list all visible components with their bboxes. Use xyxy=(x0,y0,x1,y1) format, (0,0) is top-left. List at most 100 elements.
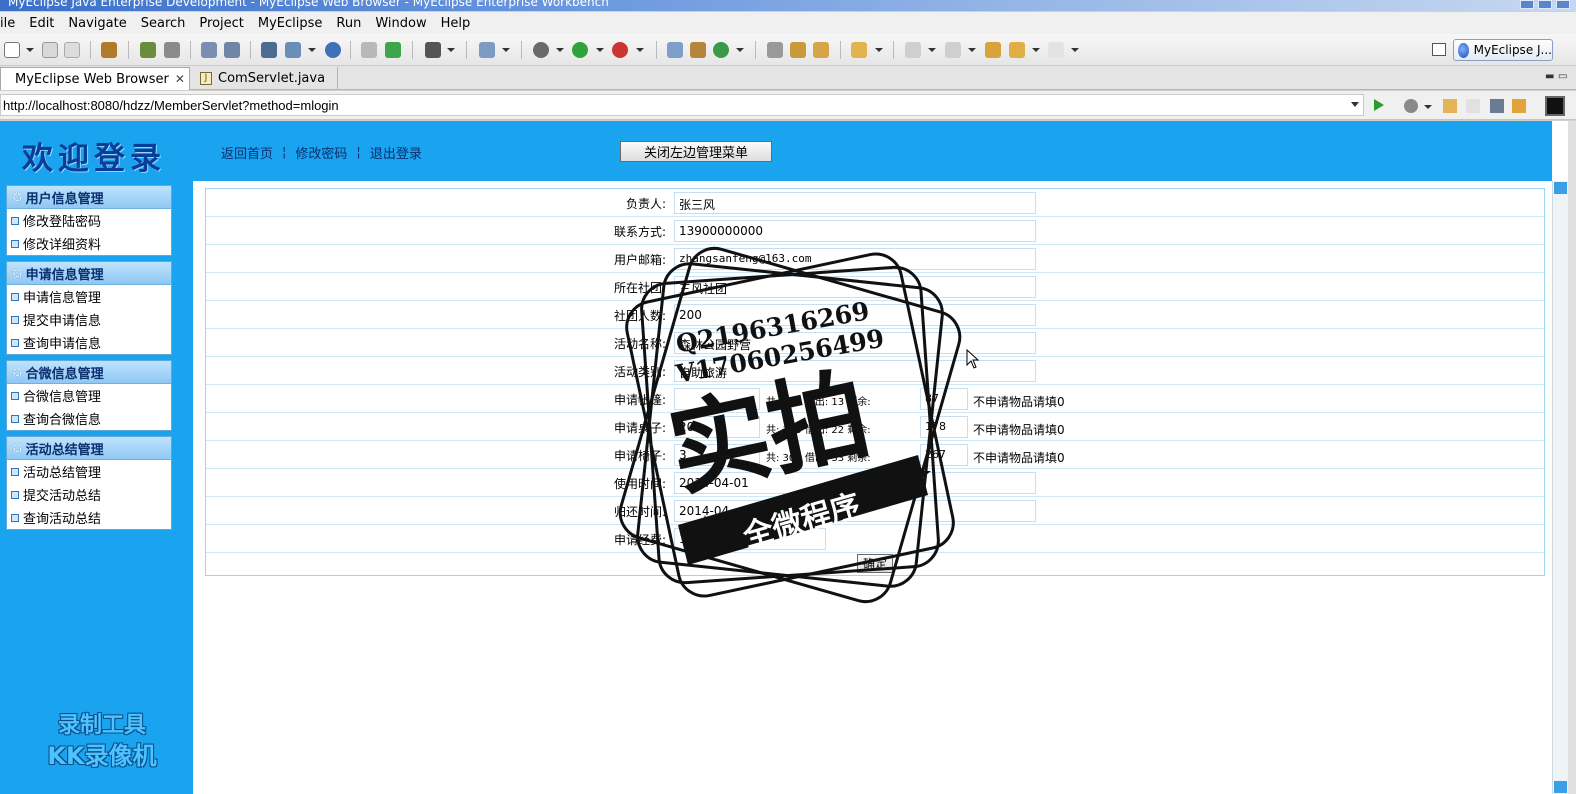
contact-person-field[interactable]: 张三风 xyxy=(674,192,1036,214)
logout-link[interactable]: 退出登录 xyxy=(370,143,422,162)
debug-dropdown-icon[interactable] xyxy=(556,48,564,52)
external-tools-icon[interactable] xyxy=(612,42,628,58)
confirm-button[interactable]: 确定 xyxy=(857,554,893,573)
tasks-icon[interactable] xyxy=(790,42,806,58)
new-package-icon[interactable] xyxy=(690,42,706,58)
member-count-field[interactable]: 200 xyxy=(674,304,1036,326)
new-dropdown-icon[interactable] xyxy=(26,48,34,52)
maximize-button[interactable] xyxy=(1538,0,1552,9)
run-icon[interactable] xyxy=(572,42,588,58)
browser-stop-icon[interactable] xyxy=(1490,99,1504,113)
search-dropdown-icon[interactable] xyxy=(875,48,883,52)
sidebar-item-query-cooperation[interactable]: 查询合微信息 xyxy=(7,407,171,430)
menu-edit[interactable]: Edit xyxy=(22,16,61,31)
maximize-view-icon[interactable]: ▭ xyxy=(1558,71,1567,82)
activity-type-field[interactable]: 自助旅游 xyxy=(674,360,1036,382)
email-field[interactable]: zhangsanfeng@163.com xyxy=(674,248,1036,270)
menu-group-header[interactable]: ✩ 合微信息管理 xyxy=(7,361,171,384)
server-icon[interactable] xyxy=(224,42,240,58)
phone-field[interactable]: 13900000000 xyxy=(674,220,1036,242)
go-icon[interactable] xyxy=(1374,99,1384,111)
open-type-icon[interactable] xyxy=(767,42,783,58)
minimize-view-icon[interactable]: ▬ xyxy=(1545,71,1554,82)
scroll-down-icon[interactable] xyxy=(1554,781,1567,793)
menu-window[interactable]: Window xyxy=(368,16,433,31)
minimize-button[interactable] xyxy=(1520,0,1534,9)
sidebar-item-submit-application[interactable]: 提交申请信息 xyxy=(7,308,171,331)
forward-icon[interactable] xyxy=(1048,42,1064,58)
return-date-field[interactable]: 2014-04 xyxy=(674,500,1036,522)
tab-comservlet[interactable]: J ComServlet.java xyxy=(192,67,338,90)
url-history-dropdown-icon[interactable] xyxy=(1351,102,1359,107)
menu-help[interactable]: Help xyxy=(434,16,478,31)
tent-quantity-field[interactable] xyxy=(674,388,760,410)
perspective-button[interactable]: MyEclipse J... xyxy=(1453,39,1553,61)
use-date-field[interactable]: 2014-04-01 xyxy=(674,472,1036,494)
last-edit-icon[interactable] xyxy=(985,42,1001,58)
debug-bug-icon[interactable] xyxy=(140,42,156,58)
browser-view-icon[interactable] xyxy=(1545,96,1565,116)
camera-dropdown-icon[interactable] xyxy=(447,48,455,52)
project-dropdown-icon[interactable] xyxy=(502,48,510,52)
menu-file[interactable]: ile xyxy=(0,16,22,31)
page-vertical-scrollbar[interactable] xyxy=(1552,181,1568,794)
funding-field[interactable]: 1000 xyxy=(674,528,826,550)
next-annotation-dropdown-icon[interactable] xyxy=(928,48,936,52)
tool-icon[interactable] xyxy=(361,42,377,58)
activity-name-field[interactable]: 森林公园野营 xyxy=(674,332,1036,354)
toggle-left-menu-button[interactable]: 关闭左边管理菜单 xyxy=(620,141,772,162)
sidebar-item-query-applications[interactable]: 查询申请信息 xyxy=(7,331,171,354)
browser-forward-icon[interactable] xyxy=(1466,99,1480,113)
table-quantity-field[interactable]: 20 xyxy=(674,416,760,438)
chair-quantity-field[interactable]: 3 xyxy=(674,444,760,466)
menu-run[interactable]: Run xyxy=(329,16,368,31)
menu-group-header[interactable]: ✩ 用户信息管理 xyxy=(7,186,171,209)
menu-project[interactable]: Project xyxy=(192,16,250,31)
open-perspective-icon[interactable] xyxy=(1432,43,1446,56)
menu-navigate[interactable]: Navigate xyxy=(61,16,133,31)
package-icon[interactable] xyxy=(101,42,117,58)
lock-icon[interactable] xyxy=(164,42,180,58)
sidebar-item-query-summaries[interactable]: 查询活动总结 xyxy=(7,506,171,529)
menu-group-header[interactable]: ✩ 活动总结管理 xyxy=(7,437,171,460)
new-file-icon[interactable] xyxy=(4,42,20,58)
wizard-dropdown-icon[interactable] xyxy=(736,48,744,52)
server-dropdown-icon[interactable] xyxy=(308,48,316,52)
browser-back-icon[interactable] xyxy=(1443,99,1457,113)
browser-globe-icon[interactable] xyxy=(325,42,341,58)
close-tab-icon[interactable]: ✕ xyxy=(175,72,185,86)
home-link[interactable]: 返回首页 xyxy=(221,143,273,162)
menu-myeclipse[interactable]: MyEclipse xyxy=(251,16,330,31)
menu-search[interactable]: Search xyxy=(134,16,193,31)
menu-group-header[interactable]: ✩ 申请信息管理 xyxy=(7,262,171,285)
url-input[interactable] xyxy=(0,94,1364,116)
add-icon[interactable] xyxy=(385,42,401,58)
save-all-icon[interactable] xyxy=(64,42,80,58)
sidebar-item-edit-profile[interactable]: 修改详细资料 xyxy=(7,232,171,255)
club-field[interactable]: 三风社团 xyxy=(674,276,1036,298)
deploy-icon[interactable] xyxy=(201,42,217,58)
prev-annotation-icon[interactable] xyxy=(945,42,961,58)
new-project-icon[interactable] xyxy=(479,42,495,58)
sidebar-item-submit-summary[interactable]: 提交活动总结 xyxy=(7,483,171,506)
camera-icon[interactable] xyxy=(425,42,441,58)
run-dropdown-icon[interactable] xyxy=(596,48,604,52)
save-icon[interactable] xyxy=(42,42,58,58)
browser-settings-icon[interactable] xyxy=(1404,99,1418,113)
tab-web-browser[interactable]: MyEclipse Web Browser ✕ xyxy=(0,67,190,90)
search-folder-icon[interactable] xyxy=(851,42,867,58)
sidebar-item-manage-applications[interactable]: 申请信息管理 xyxy=(7,285,171,308)
scroll-up-icon[interactable] xyxy=(1554,182,1567,194)
settings-dropdown-icon[interactable] xyxy=(1424,105,1432,109)
back-icon[interactable] xyxy=(1009,42,1025,58)
forward-dropdown-icon[interactable] xyxy=(1071,48,1079,52)
change-password-link[interactable]: 修改密码 xyxy=(295,143,347,162)
back-dropdown-icon[interactable] xyxy=(1032,48,1040,52)
new-wizard-icon[interactable] xyxy=(713,42,729,58)
sidebar-item-manage-cooperation[interactable]: 合微信息管理 xyxy=(7,384,171,407)
sidebar-item-change-login-password[interactable]: 修改登陆密码 xyxy=(7,209,171,232)
close-window-button[interactable] xyxy=(1556,0,1570,9)
debug-icon[interactable] xyxy=(533,42,549,58)
run-server-icon[interactable] xyxy=(285,42,301,58)
external-dropdown-icon[interactable] xyxy=(636,48,644,52)
